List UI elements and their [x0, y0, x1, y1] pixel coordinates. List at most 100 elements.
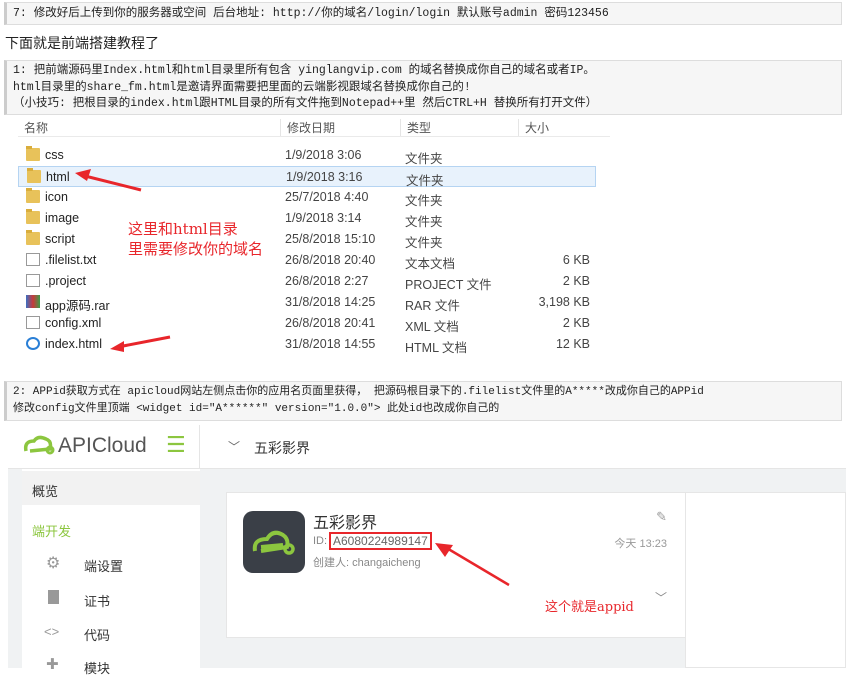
logo-text: APICloud: [58, 434, 147, 457]
file-date: 31/8/2018 14:55: [285, 337, 376, 351]
step1-note: 1: 把前端源码里Index.html和html目录里所有包含 yinglang…: [4, 60, 842, 115]
file-size: 2 KB: [562, 274, 590, 288]
file-row[interactable]: image 1/9/2018 3:14 文件夹: [18, 208, 596, 229]
file-date: 26/8/2018 20:41: [285, 316, 376, 330]
sidebar-label: 代码: [84, 628, 111, 643]
menu-icon[interactable]: ☰: [166, 432, 186, 458]
sidebar-label: 证书: [84, 594, 111, 609]
side-panel: [685, 492, 846, 668]
sidebar-item-overview[interactable]: 概览: [22, 471, 200, 505]
header-date[interactable]: 修改日期: [280, 119, 335, 136]
sidebar: 概览 端开发 ⚙ 端设置 证书 <> 代码 ✚ 模块: [22, 469, 200, 676]
creator-text: 创建人: changaicheng: [313, 557, 421, 569]
cloud-icon: [252, 530, 295, 555]
step2-line: 修改config文件里顶端 <widget id="A******" versi…: [13, 403, 500, 415]
puzzle-icon: ✚: [46, 656, 59, 673]
header-name[interactable]: 名称: [18, 119, 48, 136]
file-date: 31/8/2018 14:25: [285, 295, 376, 309]
file-name: index.html: [45, 337, 102, 351]
file-name: html: [46, 170, 70, 184]
file-name: image: [45, 211, 80, 225]
updated-time: 今天 13:23: [614, 538, 667, 550]
file-row[interactable]: script 25/8/2018 15:10 文件夹: [18, 229, 596, 250]
gear-icon: ⚙: [46, 555, 61, 572]
file-size: 12 KB: [555, 337, 590, 351]
sidebar-label: 端设置: [84, 559, 124, 574]
file-date: 1/9/2018 3:14: [285, 211, 362, 225]
annotation-text: 这个就是appid: [545, 600, 634, 615]
sidebar-item-cert[interactable]: 证书: [22, 582, 200, 616]
file-name: app源码.rar: [45, 299, 110, 313]
file-explorer-screenshot: 名称 修改日期 类型 大小 css 1/9/2018 3:06 文件夹 html…: [18, 115, 610, 375]
header-type[interactable]: 类型: [400, 119, 431, 136]
file-size: 2 KB: [562, 316, 590, 330]
folder-icon: [26, 209, 40, 224]
apicloud-logo-icon: [23, 435, 55, 455]
code-icon: <>: [44, 624, 60, 639]
column-headers: 名称 修改日期 类型 大小: [18, 115, 610, 137]
file-name: .project: [45, 274, 86, 288]
id-label: ID:: [313, 535, 328, 547]
file-date: 26/8/2018 20:40: [285, 253, 376, 267]
file-name: icon: [45, 190, 68, 204]
file-icon: [26, 253, 40, 266]
file-row[interactable]: config.xml 26/8/2018 20:41 XML 文档 2 KB: [18, 313, 596, 334]
edit-icon[interactable]: ✎: [656, 509, 667, 525]
file-date: 25/7/2018 4:40: [285, 190, 369, 204]
sidebar-item-settings[interactable]: ⚙ 端设置: [22, 547, 200, 581]
step2-line: 2: APPid获取方式在 apicloud网站左侧点击你的应用名页面里获得， …: [13, 386, 704, 398]
folder-icon: [27, 168, 41, 183]
sidebar-label: 概览: [32, 484, 59, 499]
file-row[interactable]: app源码.rar 31/8/2018 14:25 RAR 文件 3,198 K…: [18, 292, 596, 313]
file-date: 1/9/2018 3:16: [286, 170, 363, 184]
file-type: 文件夹: [405, 236, 443, 250]
sidebar-item-dev[interactable]: 端开发: [22, 511, 200, 545]
app-id: A6080224989147: [329, 532, 432, 550]
sidebar-item-modules[interactable]: ✚ 模块: [22, 649, 200, 683]
file-type: RAR 文件: [405, 299, 460, 313]
file-row[interactable]: css 1/9/2018 3:06 文件夹: [18, 145, 596, 166]
file-type: 文件夹: [405, 152, 443, 166]
sidebar-label: 模块: [84, 661, 111, 676]
file-type: PROJECT 文件: [405, 278, 492, 292]
file-type: 文件夹: [405, 194, 443, 208]
apicloud-screenshot: APICloud ☰ ﹀ 五彩影界 概览 端开发 ⚙ 端设置 证书 <> 代码 ✚ 模…: [8, 425, 846, 676]
file-date: 1/9/2018 3:06: [285, 148, 362, 162]
file-type: HTML 文档: [405, 341, 468, 355]
file-type: XML 文档: [405, 320, 459, 334]
step2-note: 2: APPid获取方式在 apicloud网站左侧点击你的应用名页面里获得， …: [4, 381, 842, 421]
file-row[interactable]: .filelist.txt 26/8/2018 20:40 文本文档 6 KB: [18, 250, 596, 271]
file-name: config.xml: [45, 316, 102, 330]
step1-line: html目录里的share_fm.html是邀请界面需要把里面的云端影视跟域名替…: [13, 80, 471, 94]
chevron-down-icon[interactable]: ﹀: [228, 438, 240, 455]
file-type: 文本文档: [405, 257, 456, 271]
annotation-line: 里需要修改你的域名: [128, 240, 264, 258]
sidebar-item-code[interactable]: <> 代码: [22, 616, 200, 650]
file-icon: [26, 274, 40, 287]
arrow-icon: [75, 169, 142, 192]
app-icon: [243, 511, 305, 573]
folder-icon: [26, 230, 40, 245]
file-name: script: [45, 232, 75, 246]
file-row[interactable]: .project 26/8/2018 2:27 PROJECT 文件 2 KB: [18, 271, 596, 292]
breadcrumb[interactable]: 五彩影界: [254, 438, 310, 458]
top-bar: APICloud ☰ ﹀ 五彩影界: [8, 425, 846, 469]
header-size[interactable]: 大小: [518, 119, 549, 136]
chevron-down-icon[interactable]: ﹀: [655, 589, 667, 606]
step7-note: 7: 修改好后上传到你的服务器或空间 后台地址: http://你的域名/log…: [4, 2, 842, 25]
folder-icon: [26, 146, 40, 161]
sidebar-label: 端开发: [32, 524, 72, 539]
rar-icon: [26, 295, 40, 308]
file-date: 25/8/2018 15:10: [285, 232, 376, 246]
file-date: 26/8/2018 2:27: [285, 274, 369, 288]
file-row[interactable]: index.html 31/8/2018 14:55 HTML 文档 12 KB: [18, 334, 596, 355]
annotation-text: 这里和html目录 里需要修改你的域名: [128, 219, 263, 259]
file-name: .filelist.txt: [45, 253, 97, 267]
file-icon: [26, 316, 40, 329]
certificate-icon: [48, 590, 59, 604]
app-card[interactable]: 五彩影界 ID: A6080224989147 创建人: changaichen…: [226, 492, 686, 638]
file-type: 文件夹: [405, 215, 443, 229]
arrow-icon: [110, 335, 171, 352]
folder-icon: [26, 188, 40, 203]
app-name[interactable]: 五彩影界: [313, 509, 377, 533]
